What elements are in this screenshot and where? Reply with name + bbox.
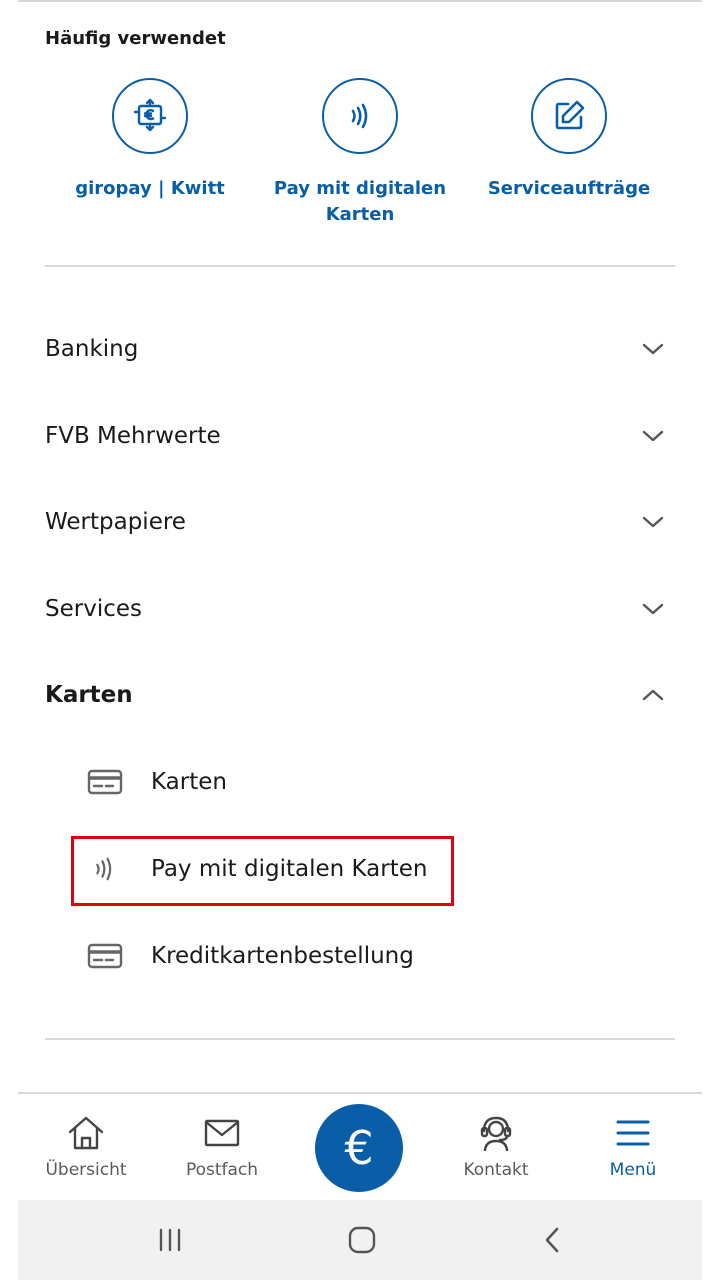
highlight-box [71,836,454,906]
home-icon [26,1114,146,1152]
menu-section-label: Karten [45,682,133,708]
submenu-item-karten[interactable]: Karten [85,752,227,812]
edit-icon [531,78,607,154]
quick-action-pay-digital[interactable]: Pay mit digitalen Karten [255,78,465,228]
menu-section-label: Services [45,596,142,622]
nav-item-menue[interactable]: Menü [573,1114,693,1180]
chevron-down-icon [641,597,665,621]
chevron-down-icon [641,337,665,361]
top-divider [18,0,702,2]
nav-item-kontakt[interactable]: Kontakt [436,1114,556,1180]
chevron-down-icon [641,510,665,534]
quick-action-label: giropay | Kwitt [75,178,225,199]
quick-action-serviceauftraege[interactable]: Serviceaufträge [464,78,674,202]
menu-section-wertpapiere[interactable]: Wertpapiere [45,492,675,552]
giropay-transfer-icon [112,78,188,154]
menu-icon [573,1114,693,1152]
chevron-up-icon [641,683,665,707]
home-button-icon[interactable] [332,1222,392,1258]
menu-section-label: Wertpapiere [45,509,186,535]
quick-action-label: Serviceaufträge [487,178,651,199]
nav-label: Postfach [185,1160,259,1180]
headset-icon [436,1114,556,1152]
submenu-item-label: Karten [151,769,227,795]
card-icon [85,941,125,971]
recent-apps-icon[interactable] [140,1222,200,1258]
menu-section-fvb-mehrwerte[interactable]: FVB Mehrwerte [45,406,675,466]
menu-section-services[interactable]: Services [45,579,675,639]
contactless-icon [322,78,398,154]
card-icon [85,767,125,797]
menu-section-label: Banking [45,336,139,362]
nav-item-postfach[interactable]: Postfach [162,1114,282,1180]
menu-section-banking[interactable]: Banking [45,319,675,379]
euro-icon[interactable]: € [315,1104,403,1192]
divider [45,1038,675,1040]
bottom-navigation: Übersicht Postfach € Kontakt Menü [18,1092,702,1200]
submenu-item-kreditkartenbestellung[interactable]: Kreditkartenbestellung [85,926,414,986]
divider [45,265,675,267]
chevron-down-icon [641,424,665,448]
nav-item-uebersicht[interactable]: Übersicht [26,1114,146,1180]
quick-action-giropay[interactable]: giropay | Kwitt [45,78,255,202]
back-icon[interactable] [522,1222,582,1258]
nav-label: Übersicht [45,1160,127,1180]
submenu-item-label: Kreditkartenbestellung [151,943,414,969]
mail-icon [162,1114,282,1152]
nav-label: Menü [609,1160,657,1180]
section-title-frequent: Häufig verwendet [45,28,226,49]
nav-label: Kontakt [463,1160,529,1180]
system-navigation-bar [18,1200,702,1280]
quick-action-label: Pay mit digitalen Karten [273,178,447,225]
menu-section-label: FVB Mehrwerte [45,423,221,449]
menu-section-karten[interactable]: Karten [45,665,675,725]
